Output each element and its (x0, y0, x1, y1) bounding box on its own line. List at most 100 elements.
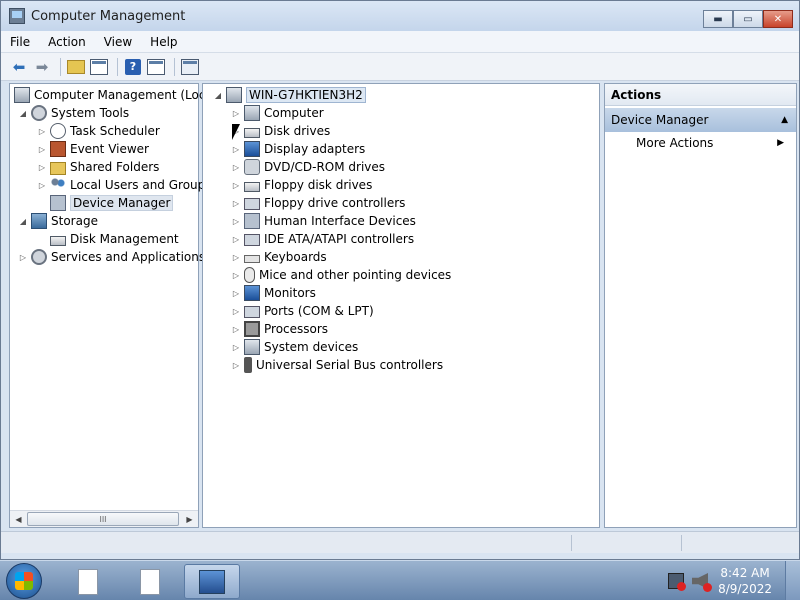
device-category-item[interactable]: ▷ Human Interface Devices (231, 212, 416, 230)
tree-label: Disk Management (70, 232, 179, 246)
scroll-left-arrow-icon[interactable]: ◀ (10, 511, 27, 527)
device-tree-root[interactable]: ◢ WIN-G7HKTIEN3H2 (213, 86, 366, 104)
maximize-button[interactable]: ▭ (733, 10, 763, 28)
expand-arrow-icon[interactable]: ▷ (231, 145, 241, 154)
taskbar: 8:42 AM 8/9/2022 (0, 560, 800, 600)
device-category-item[interactable]: ▷ Disk drives (231, 122, 330, 140)
minimize-button[interactable]: ▬ (703, 10, 733, 28)
device-category-item[interactable]: ▷ Display adapters (231, 140, 365, 158)
expand-arrow-icon[interactable]: ▷ (231, 217, 241, 226)
computer-management-icon (9, 8, 25, 24)
collapse-arrow-icon[interactable]: ◢ (213, 91, 223, 100)
show-hide-action-pane-button[interactable] (146, 57, 166, 77)
taskbar-clock[interactable]: 8:42 AM 8/9/2022 (718, 565, 772, 597)
device-category-item[interactable]: ▷ Computer (231, 104, 324, 122)
toolbar-separator (174, 57, 175, 76)
close-button[interactable]: ✕ (763, 10, 793, 28)
tree-item-disk-management[interactable]: Disk Management (50, 230, 179, 248)
device-category-item[interactable]: ▷ Universal Serial Bus controllers (231, 356, 443, 374)
expand-arrow-icon[interactable]: ▷ (231, 235, 241, 244)
device-category-item[interactable]: ▷ IDE ATA/ATAPI controllers (231, 230, 414, 248)
event-viewer-icon (50, 141, 66, 157)
tree-item-shared-folders[interactable]: ▷ Shared Folders (37, 158, 159, 176)
expand-arrow-icon[interactable]: ▷ (231, 343, 241, 352)
device-category-item[interactable]: ▷ System devices (231, 338, 358, 356)
actions-section-device-manager[interactable]: Device Manager ▲ (605, 108, 796, 132)
device-category-item[interactable]: ▷ Floppy disk drives (231, 176, 372, 194)
forward-arrow-icon[interactable]: ➡ (32, 57, 52, 77)
device-category-item[interactable]: ▷ Processors (231, 320, 328, 338)
taskbar-document-button[interactable] (122, 564, 178, 599)
tree-item-task-scheduler[interactable]: ▷ Task Scheduler (37, 122, 160, 140)
device-category-label: Computer (264, 106, 324, 120)
clock-icon (50, 123, 66, 139)
back-arrow-icon[interactable]: ⬅ (9, 57, 29, 77)
scroll-right-arrow-icon[interactable]: ▶ (181, 511, 198, 527)
actions-section-label: Device Manager (611, 113, 709, 127)
tree-item-device-manager[interactable]: Device Manager (50, 194, 174, 212)
expand-arrow-icon[interactable]: ▷ (231, 163, 241, 172)
expand-arrow-icon[interactable]: ▷ (37, 145, 47, 154)
volume-mute-badge (692, 573, 712, 592)
network-icon[interactable] (668, 573, 686, 591)
expand-arrow-icon[interactable]: ▷ (231, 307, 241, 316)
tree-item-system-tools[interactable]: ◢ System Tools (18, 104, 129, 122)
tree-label: Task Scheduler (70, 124, 160, 138)
device-properties-button[interactable] (180, 57, 200, 77)
device-category-label: Disk drives (264, 124, 331, 138)
expand-arrow-icon[interactable]: ▷ (231, 181, 241, 190)
menu-file[interactable]: File (1, 35, 39, 49)
tree-item-root[interactable]: Computer Management (Local (14, 86, 216, 104)
device-category-label: System devices (264, 340, 359, 354)
device-category-item[interactable]: ▷ Floppy drive controllers (231, 194, 405, 212)
device-category-item[interactable]: ▷ Keyboards (231, 248, 327, 266)
disk-management-icon (50, 235, 66, 246)
collapse-arrow-icon[interactable]: ◢ (18, 109, 28, 118)
tree-item-services[interactable]: ▷ Services and Applications (18, 248, 205, 266)
tree-item-local-users[interactable]: ▷ Local Users and Groups (37, 176, 212, 194)
device-category-item[interactable]: ▷ Ports (COM & LPT) (231, 302, 374, 320)
expand-arrow-icon[interactable]: ▷ (231, 199, 241, 208)
monitor-icon (244, 285, 260, 301)
expand-arrow-icon[interactable]: ▷ (231, 109, 241, 118)
window-title: Computer Management (31, 8, 186, 24)
tree-label: Device Manager (70, 195, 174, 211)
title-bar[interactable]: Computer Management ▬ ▭ ✕ (1, 1, 799, 31)
status-bar (1, 531, 799, 553)
expand-arrow-icon[interactable]: ▷ (37, 163, 47, 172)
expand-arrow-icon[interactable]: ▷ (231, 325, 241, 334)
menu-action[interactable]: Action (39, 35, 95, 49)
expand-arrow-icon[interactable]: ▷ (231, 271, 241, 280)
help-button[interactable]: ? (123, 57, 143, 77)
expand-arrow-icon[interactable]: ▷ (231, 253, 241, 262)
collapse-up-icon[interactable]: ▲ (781, 115, 788, 125)
scroll-thumb[interactable]: III (27, 512, 179, 526)
taskbar-document-button[interactable] (60, 564, 116, 599)
menu-help[interactable]: Help (141, 35, 186, 49)
up-folder-button[interactable] (66, 57, 86, 77)
device-category-label: Floppy disk drives (264, 178, 373, 192)
show-desktop-button[interactable] (785, 561, 800, 600)
menu-view[interactable]: View (95, 35, 141, 49)
expand-arrow-icon[interactable]: ▷ (231, 361, 241, 370)
tree-item-event-viewer[interactable]: ▷ Event Viewer (37, 140, 149, 158)
show-hide-tree-button[interactable] (89, 57, 109, 77)
start-button[interactable] (6, 563, 42, 599)
device-category-item[interactable]: ▷ Monitors (231, 284, 316, 302)
device-category-item[interactable]: ▷ Mice and other pointing devices (231, 266, 451, 284)
device-category-label: Display adapters (264, 142, 366, 156)
expand-arrow-icon[interactable]: ▷ (18, 253, 28, 262)
tree-item-storage[interactable]: ◢ Storage (18, 212, 98, 230)
expand-arrow-icon[interactable]: ▷ (37, 181, 47, 190)
collapse-arrow-icon[interactable]: ◢ (18, 217, 28, 226)
device-category-label: Universal Serial Bus controllers (256, 358, 444, 372)
horizontal-scrollbar[interactable]: ◀ III ▶ (10, 510, 198, 527)
shared-folder-icon (50, 161, 66, 175)
more-actions-item[interactable]: More Actions ▶ (605, 132, 796, 154)
device-category-item[interactable]: ▷ DVD/CD-ROM drives (231, 158, 385, 176)
expand-arrow-icon[interactable]: ▷ (37, 127, 47, 136)
help-icon: ? (125, 58, 141, 75)
expand-arrow-icon[interactable]: ▷ (231, 289, 241, 298)
system-devices-icon (244, 339, 260, 355)
taskbar-computer-management-button[interactable] (184, 564, 240, 599)
